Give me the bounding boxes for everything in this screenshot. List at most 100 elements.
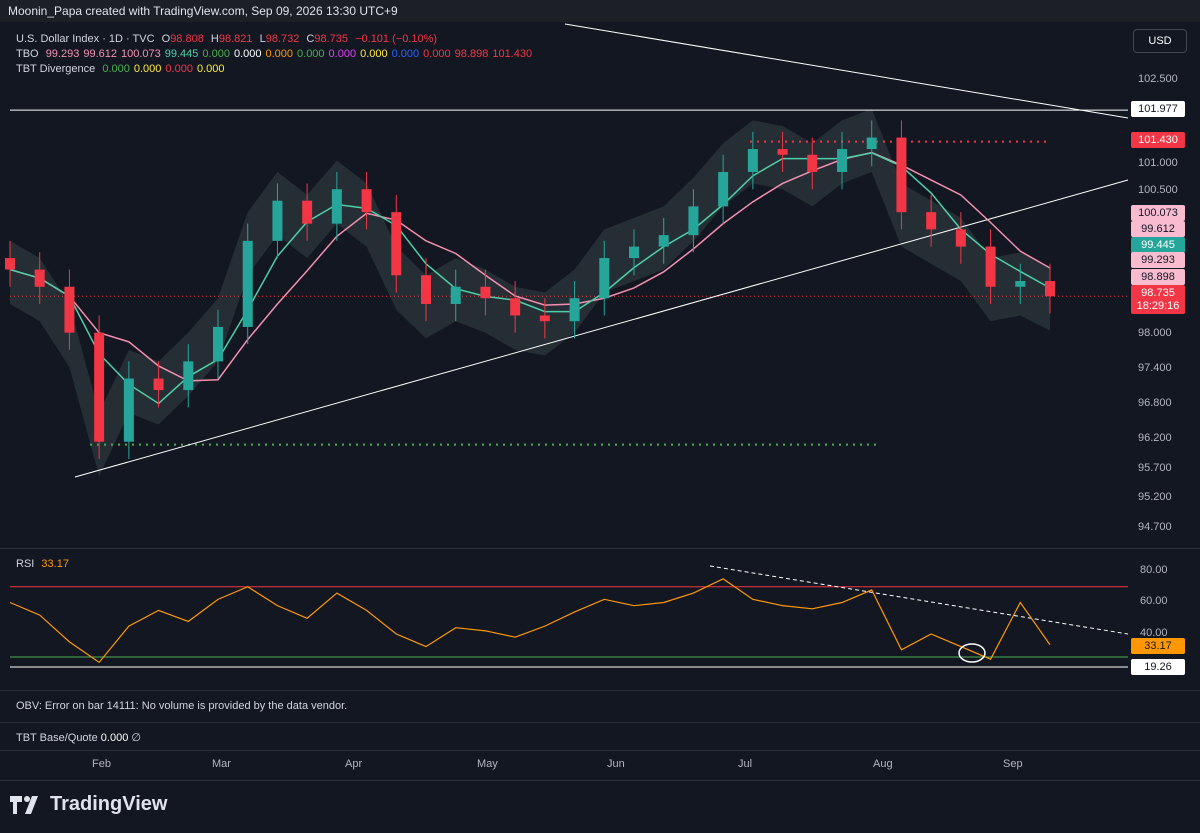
candle-body <box>569 298 580 322</box>
divergence-legend[interactable]: TBT Divergence 0.000 0.000 0.000 0.000 <box>16 63 228 75</box>
candle-body <box>123 378 134 442</box>
currency-button[interactable]: USD <box>1133 29 1187 53</box>
price-axis-label: 102.500 <box>1138 73 1178 85</box>
tbo-value-0: 99.293 <box>45 48 80 60</box>
tbo-value-9: 0.000 <box>360 48 388 60</box>
symbol-name: U.S. Dollar Index · 1D · TVC <box>16 33 155 45</box>
candle-body <box>361 189 372 213</box>
divergence-name: TBT Divergence <box>16 63 96 75</box>
brand-name: TradingView <box>50 793 168 815</box>
month-label: Sep <box>1003 758 1023 770</box>
candle-body <box>64 286 75 333</box>
candle-body <box>777 149 788 155</box>
tbo-legend[interactable]: TBO 99.293 99.612 100.073 99.445 0.000 0.000 0… <box>16 48 536 60</box>
price-tag: 99.612 <box>1131 221 1185 237</box>
price-tag: 99.445 <box>1131 237 1185 253</box>
candle-body <box>926 212 937 230</box>
tbt-base-legend: TBT Base/Quote 0.000 ∅ <box>16 732 141 744</box>
candle-body <box>1045 281 1055 297</box>
rsi-tag: 33.17 <box>1131 638 1185 654</box>
tbo-value-2: 100.073 <box>121 48 161 60</box>
obv-pane-divider[interactable] <box>0 690 1200 691</box>
symbol-legend[interactable]: U.S. Dollar Index · 1D · TVC O98.808 H98… <box>16 33 441 45</box>
rsi-highlight-circle <box>958 643 986 663</box>
price-axis-label: 100.500 <box>1138 184 1178 196</box>
candle-body <box>302 200 313 224</box>
candle-body <box>599 258 610 299</box>
candle-body <box>213 326 223 362</box>
month-label: Jun <box>607 758 625 770</box>
tbo-cloud <box>10 108 1050 477</box>
close-label: C98.735 <box>306 33 349 45</box>
candle-body <box>34 269 45 287</box>
rsi-axis-label: 60.00 <box>1140 595 1168 607</box>
divergence-values: 0.000 0.000 0.000 0.000 <box>102 63 228 75</box>
price-tag: 101.430 <box>1131 132 1185 148</box>
price-tag: 98.898 <box>1131 269 1185 285</box>
candle-body <box>153 378 164 391</box>
low-label: L98.732 <box>259 33 300 45</box>
price-chart[interactable] <box>0 0 1200 780</box>
month-label: Jul <box>738 758 753 770</box>
candle-body <box>94 332 105 442</box>
candle-body <box>1015 281 1026 287</box>
tbo-value-13: 101.430 <box>492 48 533 60</box>
rsi-value: 33.17 <box>41 558 69 570</box>
candle-body <box>5 258 15 270</box>
price-tag: 101.977 <box>1131 101 1185 117</box>
tbo-value-12: 98.898 <box>454 48 489 60</box>
tbo-value-7: 0.000 <box>297 48 325 60</box>
price-tag: 18:29:16 <box>1131 298 1185 314</box>
tbo-values: 99.293 99.612 100.073 99.445 0.000 0.000 0.000… <box>46 48 536 60</box>
candle-body <box>807 154 818 172</box>
candle-body <box>539 315 550 322</box>
rsi-axis-label: 80.00 <box>1140 564 1168 576</box>
tbt-pane-divider[interactable] <box>0 722 1200 723</box>
rsi-pane-divider[interactable] <box>0 548 1200 549</box>
candle-body <box>183 361 194 391</box>
candle-body <box>272 200 283 241</box>
open-label: O98.808 <box>161 33 204 45</box>
falling-trendline <box>564 23 1129 119</box>
price-axis-label: 96.800 <box>1138 397 1172 409</box>
price-tag: 99.293 <box>1131 252 1185 268</box>
divergence-value-0: 0.000 <box>102 63 130 75</box>
divergence-value-3: 0.000 <box>196 63 225 75</box>
candle-body <box>747 149 758 172</box>
divergence-value-2: 0.000 <box>165 63 193 75</box>
month-label: May <box>477 758 498 770</box>
tbo-value-3: 99.445 <box>164 48 199 60</box>
tbo-value-8: 0.000 <box>328 48 357 60</box>
candle-body <box>242 240 253 327</box>
tbo-value-5: 0.000 <box>233 48 262 60</box>
candle-body <box>985 246 996 287</box>
candle-body <box>688 206 699 236</box>
price-tag: 100.073 <box>1131 205 1185 221</box>
change-value: −0.101 (−0.10%) <box>355 33 438 45</box>
candle-body <box>658 235 669 247</box>
obv-error-text: OBV: Error on bar 14111: No volume is pr… <box>16 700 348 712</box>
footer <box>0 780 1200 833</box>
rsi-line <box>9 578 1051 664</box>
price-axis-label: 94.700 <box>1138 521 1172 533</box>
tbo-value-11: 0.000 <box>423 48 451 60</box>
tbo-value-10: 0.000 <box>391 48 420 60</box>
rsi-legend[interactable]: RSI 33.17 <box>16 558 73 570</box>
candle-body <box>391 212 402 276</box>
candle-body <box>896 137 907 213</box>
tbo-value-6: 0.000 <box>265 48 294 60</box>
month-label: Feb <box>92 758 111 770</box>
price-axis-label: 97.400 <box>1138 362 1172 374</box>
price-axis-label: 95.700 <box>1138 462 1172 474</box>
candle-body <box>955 229 966 247</box>
tradingview-logo-icon <box>10 795 38 814</box>
month-label: Mar <box>212 758 231 770</box>
rsi-tag: 19.26 <box>1131 659 1185 675</box>
candle-body <box>480 286 491 299</box>
rsi-label: RSI <box>16 558 35 570</box>
tradingview-logo[interactable]: TradingView <box>10 793 167 816</box>
candle-body <box>421 275 431 304</box>
divergence-value-1: 0.000 <box>133 63 162 75</box>
tbo-value-1: 99.612 <box>83 48 117 60</box>
price-axis-label: 101.000 <box>1138 157 1178 169</box>
